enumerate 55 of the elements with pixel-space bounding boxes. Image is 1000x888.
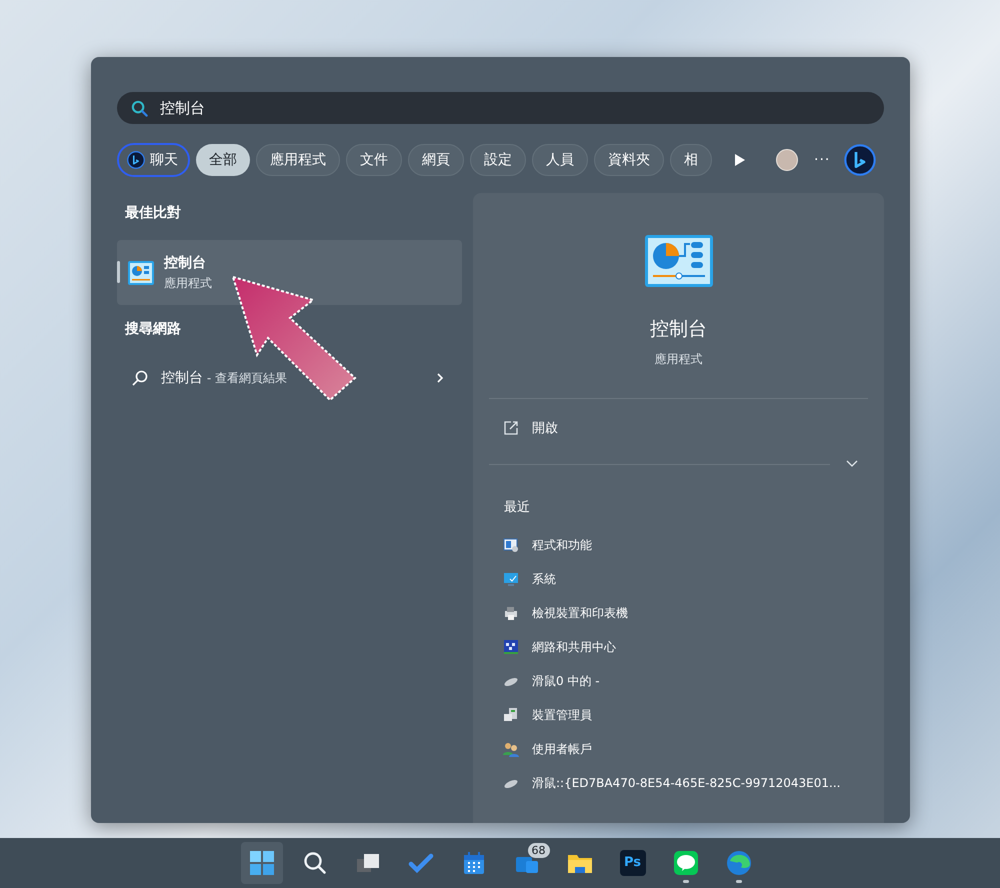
recent-item[interactable]: 裝置管理員 [489,706,868,724]
network-icon [503,639,519,655]
taskbar-button[interactable]: Ps [612,842,654,884]
recent-item[interactable]: 系統 [489,570,868,588]
app-title: 控制台 [164,254,207,273]
web-search-text: 控制台 - 查看網頁結果 [161,368,287,388]
open-action[interactable]: 開啟 [489,418,868,438]
selection-indicator [117,261,120,283]
filter-chip[interactable]: 人員 [532,144,588,176]
app-type: 應用程式 [654,350,702,368]
app-type: 應用程式 [164,275,212,292]
filter-chip[interactable]: 設定 [470,144,526,176]
chevron-right-icon [436,372,444,384]
chat-bubble-icon [672,850,698,876]
search-icon [131,100,148,116]
recent-item[interactable]: 檢視裝置和印表機 [489,604,868,622]
filter-chip[interactable]: 相 [670,144,712,176]
search-icon [302,850,328,876]
external-link-icon [504,421,518,436]
control-panel-icon [128,260,154,284]
notification-badge: 68 [528,843,550,858]
users-icon [503,741,519,757]
search-input[interactable]: 控制台 [160,96,870,120]
taskbar-button[interactable]: 68 [506,842,548,884]
more-button[interactable]: ··· [814,150,830,170]
recent-item[interactable]: 滑鼠0 中的 - [489,672,868,690]
web-search-item[interactable]: 控制台 - 查看網頁結果 [117,360,462,396]
best-match-item[interactable]: 控制台 應用程式 [117,240,462,305]
filter-chip[interactable]: 網頁 [408,144,464,176]
filter-chip[interactable]: 應用程式 [256,144,340,176]
filter-chip[interactable]: 文件 [346,144,402,176]
monitor-icon [503,571,519,587]
printer-icon [503,605,519,621]
chevron-down-icon[interactable] [846,460,858,468]
recent-item[interactable]: 網路和共用中心 [489,638,868,656]
programs-icon [503,537,519,553]
search-icon [132,370,148,386]
filter-chip[interactable]: 全部 [196,144,250,176]
section-heading: 搜尋網路 [125,320,182,339]
avatar[interactable] [776,149,798,171]
chat-filter-chip[interactable]: 聊天 [117,143,190,177]
windows-logo-icon [248,850,274,876]
recent-item[interactable]: 滑鼠::{ED7BA470-8E54-465E-825C-99712043E01... [489,774,868,792]
control-panel-icon [644,235,712,287]
device-manager-icon [503,707,519,723]
filter-chip[interactable]: 資料夾 [594,144,664,176]
search-field[interactable]: 控制台 [117,92,884,124]
section-heading: 最近 [504,499,531,517]
recent-item[interactable]: 使用者帳戶 [489,740,868,758]
section-heading: 最佳比對 [125,204,182,223]
taskbar-button[interactable] [240,842,282,884]
app-title: 控制台 [650,317,707,342]
recent-item[interactable]: 程式和功能 [489,536,868,554]
play-icon[interactable] [734,153,746,167]
photoshop-icon: Ps [620,850,646,876]
